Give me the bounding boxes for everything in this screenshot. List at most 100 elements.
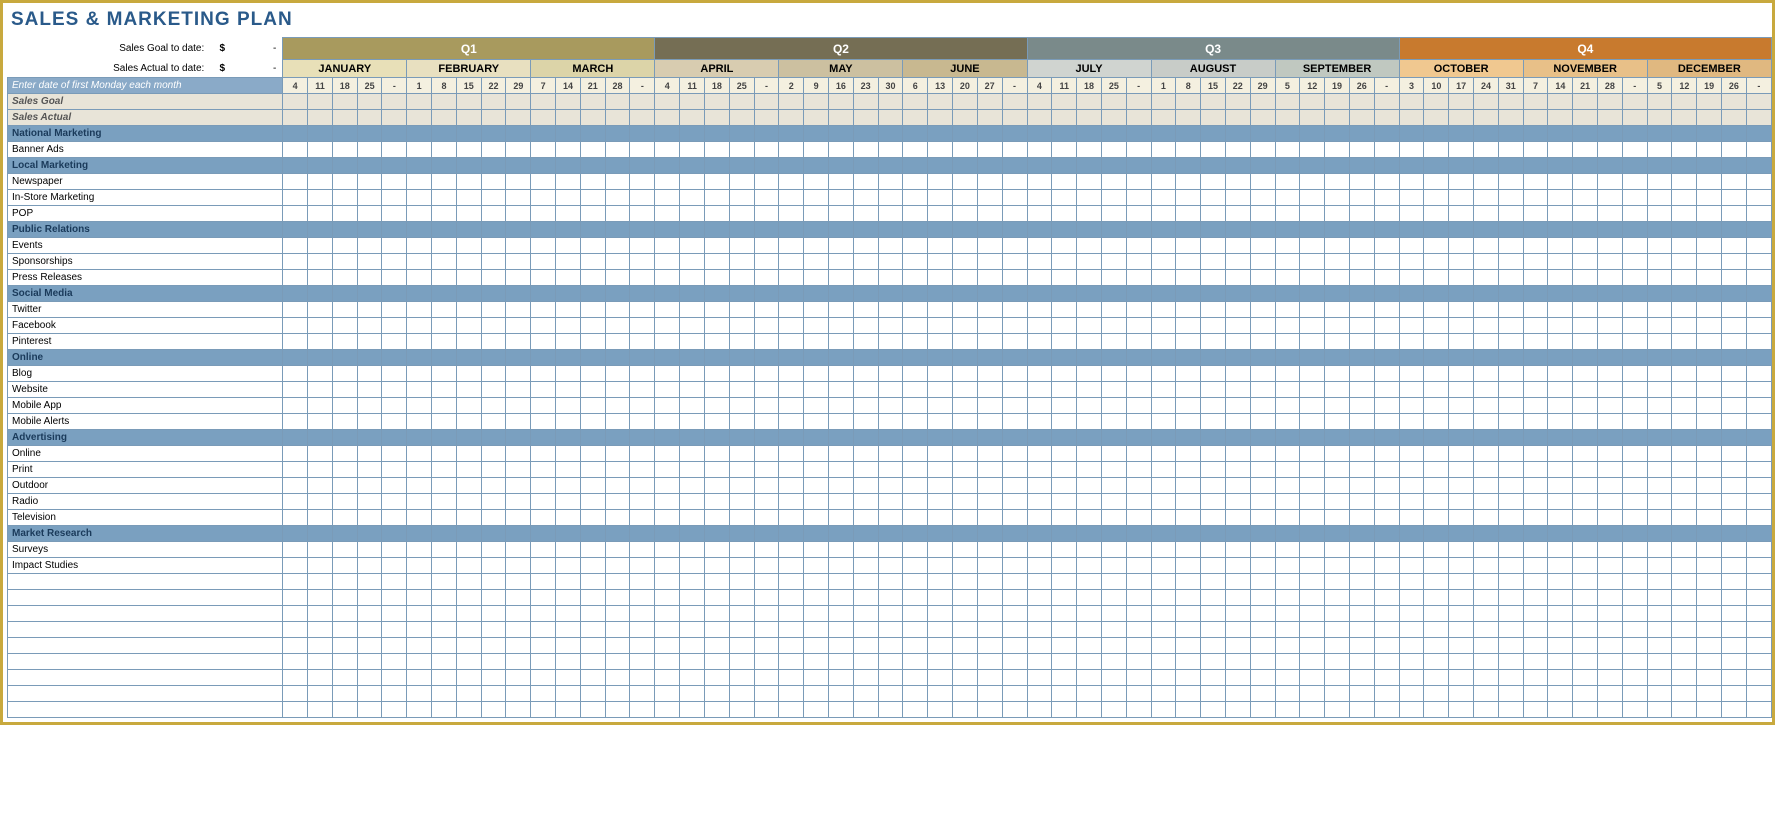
- grid-cell[interactable]: [804, 542, 829, 558]
- grid-cell[interactable]: [903, 686, 928, 702]
- grid-cell[interactable]: [1225, 654, 1250, 670]
- grid-cell[interactable]: [1449, 542, 1474, 558]
- grid-cell[interactable]: [1573, 94, 1598, 110]
- grid-cell[interactable]: [928, 398, 953, 414]
- grid-cell[interactable]: [655, 350, 680, 366]
- grid-cell[interactable]: [332, 494, 357, 510]
- grid-cell[interactable]: [1498, 142, 1523, 158]
- grid-cell[interactable]: [580, 670, 605, 686]
- grid-cell[interactable]: [680, 430, 705, 446]
- grid-cell[interactable]: [308, 318, 333, 334]
- grid-cell[interactable]: [1598, 414, 1623, 430]
- grid-cell[interactable]: [1126, 606, 1151, 622]
- grid-cell[interactable]: [804, 398, 829, 414]
- grid-cell[interactable]: [332, 254, 357, 270]
- grid-cell[interactable]: [754, 334, 779, 350]
- grid-cell[interactable]: [432, 446, 457, 462]
- grid-cell[interactable]: [754, 174, 779, 190]
- grid-cell[interactable]: [1746, 414, 1771, 430]
- grid-cell[interactable]: [605, 222, 630, 238]
- grid-cell[interactable]: [1052, 526, 1077, 542]
- grid-cell[interactable]: [1424, 558, 1449, 574]
- grid-cell[interactable]: [779, 318, 804, 334]
- grid-cell[interactable]: [580, 254, 605, 270]
- grid-cell[interactable]: [432, 350, 457, 366]
- grid-cell[interactable]: [1002, 318, 1027, 334]
- grid-cell[interactable]: [1349, 414, 1374, 430]
- grid-cell[interactable]: [1300, 494, 1325, 510]
- grid-cell[interactable]: [1101, 222, 1126, 238]
- grid-cell[interactable]: [456, 270, 481, 286]
- grid-cell[interactable]: [828, 318, 853, 334]
- grid-cell[interactable]: [977, 398, 1002, 414]
- grid-cell[interactable]: [1399, 654, 1424, 670]
- grid-cell[interactable]: [1374, 270, 1399, 286]
- grid-cell[interactable]: [1027, 590, 1052, 606]
- grid-cell[interactable]: [556, 158, 581, 174]
- grid-cell[interactable]: [1349, 158, 1374, 174]
- grid-cell[interactable]: [1598, 494, 1623, 510]
- grid-cell[interactable]: [1151, 462, 1176, 478]
- grid-cell[interactable]: [308, 206, 333, 222]
- grid-cell[interactable]: [1622, 366, 1647, 382]
- grid-cell[interactable]: [506, 174, 531, 190]
- grid-cell[interactable]: [1201, 222, 1226, 238]
- grid-cell[interactable]: [1598, 238, 1623, 254]
- grid-cell[interactable]: [1647, 686, 1672, 702]
- grid-cell[interactable]: [952, 670, 977, 686]
- grid-cell[interactable]: [1474, 366, 1499, 382]
- grid-cell[interactable]: [1225, 382, 1250, 398]
- grid-cell[interactable]: [977, 270, 1002, 286]
- grid-cell[interactable]: [1523, 174, 1548, 190]
- grid-cell[interactable]: [1052, 110, 1077, 126]
- grid-cell[interactable]: [531, 462, 556, 478]
- grid-cell[interactable]: [506, 542, 531, 558]
- grid-cell[interactable]: [1746, 622, 1771, 638]
- grid-cell[interactable]: [407, 478, 432, 494]
- grid-cell[interactable]: [407, 398, 432, 414]
- grid-cell[interactable]: [283, 494, 308, 510]
- grid-cell[interactable]: [1548, 702, 1573, 718]
- grid-cell[interactable]: [1399, 318, 1424, 334]
- grid-cell[interactable]: [630, 398, 655, 414]
- grid-cell[interactable]: [630, 126, 655, 142]
- grid-cell[interactable]: [1101, 686, 1126, 702]
- grid-cell[interactable]: [1250, 430, 1275, 446]
- grid-cell[interactable]: [481, 206, 506, 222]
- grid-cell[interactable]: [729, 238, 754, 254]
- grid-cell[interactable]: [1399, 126, 1424, 142]
- grid-cell[interactable]: [779, 238, 804, 254]
- grid-cell[interactable]: [1275, 238, 1300, 254]
- grid-cell[interactable]: [481, 286, 506, 302]
- grid-cell[interactable]: [1374, 286, 1399, 302]
- grid-cell[interactable]: [1672, 110, 1697, 126]
- grid-cell[interactable]: [1325, 158, 1350, 174]
- grid-cell[interactable]: [705, 430, 730, 446]
- grid-cell[interactable]: [1201, 302, 1226, 318]
- grid-cell[interactable]: [1225, 702, 1250, 718]
- grid-cell[interactable]: [680, 318, 705, 334]
- grid-cell[interactable]: [630, 446, 655, 462]
- grid-cell[interactable]: [432, 366, 457, 382]
- grid-cell[interactable]: [705, 478, 730, 494]
- grid-cell[interactable]: [1399, 286, 1424, 302]
- grid-cell[interactable]: [382, 430, 407, 446]
- grid-cell[interactable]: [308, 222, 333, 238]
- grid-cell[interactable]: [1548, 254, 1573, 270]
- grid-cell[interactable]: [952, 702, 977, 718]
- grid-cell[interactable]: [1300, 206, 1325, 222]
- grid-cell[interactable]: [853, 574, 878, 590]
- grid-cell[interactable]: [1225, 110, 1250, 126]
- grid-cell[interactable]: [853, 366, 878, 382]
- grid-cell[interactable]: [1622, 606, 1647, 622]
- grid-cell[interactable]: [283, 638, 308, 654]
- grid-cell[interactable]: [1151, 622, 1176, 638]
- grid-cell[interactable]: [1523, 542, 1548, 558]
- grid-cell[interactable]: [1101, 382, 1126, 398]
- grid-cell[interactable]: [878, 542, 903, 558]
- grid-cell[interactable]: [1250, 670, 1275, 686]
- grid-cell[interactable]: [1126, 94, 1151, 110]
- category-header[interactable]: Online: [8, 350, 283, 366]
- grid-cell[interactable]: [853, 398, 878, 414]
- grid-cell[interactable]: [1722, 174, 1747, 190]
